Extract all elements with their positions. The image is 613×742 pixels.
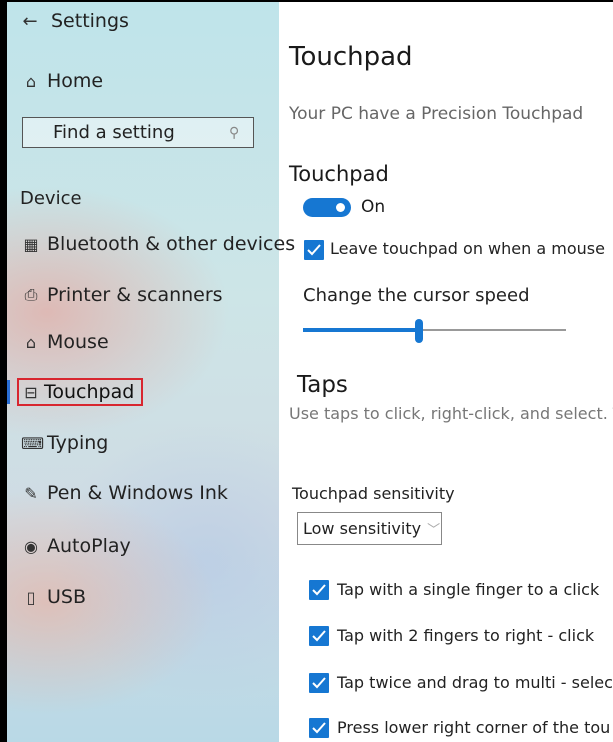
tap-two-fingers-label: Tap with 2 fingers to right - click — [337, 626, 595, 645]
press-corner-checkbox[interactable] — [309, 718, 329, 738]
sidebar-item-touchpad[interactable]: ⊟ Touchpad — [17, 378, 143, 406]
taps-heading: Taps — [297, 372, 348, 398]
usb-icon: ▯ — [26, 587, 36, 607]
sidebar-item-mouse[interactable]: ⌂ Mouse — [21, 331, 109, 353]
checkmark-icon — [312, 584, 326, 596]
sidebar-item-autoplay[interactable]: ◉ AutoPlay — [21, 535, 131, 557]
section-label: Device — [20, 188, 82, 209]
search-icon: ⚲ — [229, 124, 240, 141]
checkmark-icon — [307, 244, 321, 256]
touchpad-heading: Touchpad — [289, 162, 389, 186]
toggle-state-label: On — [361, 197, 386, 217]
sensitivity-value: Low sensitivity — [303, 519, 422, 538]
checkmark-icon — [312, 722, 326, 734]
printer-icon: ⎙ — [24, 285, 38, 304]
back-arrow-icon: ← — [22, 10, 38, 32]
settings-title: Settings — [51, 10, 129, 32]
sidebar-item-label: Mouse — [47, 331, 109, 353]
sidebar: ← Settings ⌂ Home Find a setting ⚲ Devic… — [7, 2, 295, 742]
page-title: Touchpad — [289, 42, 413, 72]
search-placeholder: Find a setting — [53, 122, 175, 143]
search-input[interactable]: Find a setting ⚲ — [22, 117, 254, 148]
main-content: Touchpad Your PC have a Precision Touchp… — [279, 2, 613, 742]
sidebar-item-bluetooth[interactable]: ▦ Bluetooth & other devices — [21, 233, 295, 255]
sidebar-item-label: Pen & Windows Ink — [47, 482, 228, 504]
tap-single-finger-label: Tap with a single finger to a click — [337, 580, 600, 599]
sidebar-item-printers[interactable]: ⎙ Printer & scanners — [21, 284, 223, 306]
keyboard-icon: ⌨ — [21, 433, 45, 453]
pen-icon: ✎ — [24, 483, 38, 503]
home-icon: ⌂ — [25, 71, 37, 91]
sidebar-item-pen[interactable]: ✎ Pen & Windows Ink — [21, 482, 228, 504]
sidebar-item-label: Bluetooth & other devices — [47, 233, 296, 255]
sidebar-item-label: AutoPlay — [47, 535, 131, 557]
sensitivity-label: Touchpad sensitivity — [292, 484, 455, 503]
sidebar-item-usb[interactable]: ▯ USB — [21, 586, 86, 608]
sidebar-item-typing[interactable]: ⌨ Typing — [21, 432, 108, 454]
checkmark-icon — [312, 677, 326, 689]
cursor-speed-slider[interactable] — [414, 319, 423, 343]
cursor-speed-label: Change the cursor speed — [303, 285, 530, 306]
sensitivity-dropdown[interactable]: Low sensitivity ﹀ — [297, 512, 442, 545]
back-button[interactable]: ← Settings — [21, 10, 129, 32]
checkmark-icon — [312, 630, 326, 642]
touchpad-icon: ⊟ — [24, 382, 38, 402]
page-subtitle: Your PC have a Precision Touchpad — [289, 104, 584, 124]
settings-window: ← Settings ⌂ Home Find a setting ⚲ Devic… — [7, 2, 613, 742]
cursor-speed-fill — [303, 328, 419, 332]
bluetooth-devices-icon: ▦ — [23, 234, 39, 254]
touchpad-toggle[interactable] — [303, 198, 351, 217]
tap-single-finger-checkbox[interactable] — [309, 580, 329, 600]
tap-twice-drag-label: Tap twice and drag to multi - select — [337, 673, 613, 692]
mouse-icon: ⌂ — [25, 332, 37, 352]
chevron-down-icon: ﹀ — [427, 523, 441, 538]
press-corner-label: Press lower right corner of the tou — [337, 718, 611, 737]
leave-on-checkbox[interactable] — [304, 240, 324, 260]
sidebar-item-label: Home — [47, 70, 104, 92]
taps-description: Use taps to click, right-click, and sele… — [289, 404, 613, 423]
sidebar-item-label: Typing — [47, 432, 109, 454]
leave-on-label: Leave touchpad on when a mouse — [330, 239, 605, 258]
toggle-knob — [336, 203, 345, 212]
sidebar-item-home[interactable]: ⌂ Home — [21, 70, 103, 92]
sidebar-item-label: Touchpad — [44, 381, 135, 403]
tap-two-fingers-checkbox[interactable] — [309, 626, 329, 646]
selection-indicator — [7, 380, 10, 404]
sidebar-item-label: USB — [47, 586, 87, 608]
autoplay-icon: ◉ — [24, 536, 38, 556]
tap-twice-drag-checkbox[interactable] — [309, 673, 329, 693]
sidebar-item-label: Printer & scanners — [47, 284, 223, 306]
